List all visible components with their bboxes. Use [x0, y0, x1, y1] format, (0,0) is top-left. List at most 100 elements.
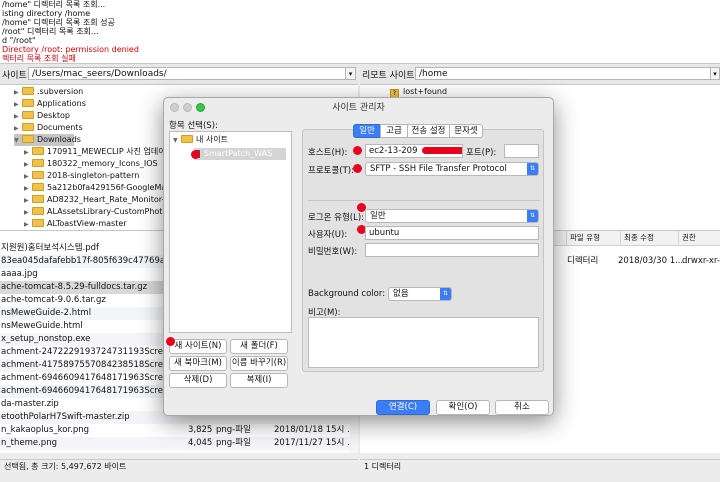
local-tree-item[interactable]: ▶ .subversion	[14, 86, 83, 98]
local-tree-item[interactable]: ▶ ALToastView-master	[24, 218, 127, 230]
background-color-select[interactable]: 없음 ⇅	[388, 287, 452, 301]
folder-icon	[22, 87, 34, 95]
local-file-name: 83ea045dafafebb17f-805f639c47769a...	[1, 256, 174, 266]
local-tree-item-label: Desktop	[37, 111, 70, 120]
site-name-label: SmartPatch_WAS	[204, 149, 273, 158]
local-path-input[interactable]: /Users/mac_seers/Downloads/	[28, 67, 346, 80]
local-tree-item-label: .subversion	[37, 87, 84, 96]
local-tree-item[interactable]: ▶ 180322_memory_Icons_IOS	[24, 158, 158, 170]
local-site-bar: 사이트: /Users/mac_seers/Downloads/ ▾	[0, 64, 358, 85]
local-status-text: 선택됨, 총 크기: 5,497,672 바이트	[4, 462, 127, 471]
local-file-name: achment-6946609417648171963Screen...	[1, 373, 182, 383]
local-file-name: achment-6946609417648171963Screen...	[1, 386, 182, 396]
remote-status-bar: 1 디렉터리	[360, 459, 720, 474]
logon-type-label: 로그온 유형(L):	[308, 213, 365, 223]
protocol-select[interactable]: SFTP - SSH File Transfer Protocol ⇅	[365, 162, 539, 176]
settings-panel: 일반 고급 전송 설정 문자셋 호스트(H): ec2-13-209 r 포트(…	[302, 124, 544, 372]
copy-button[interactable]: 복제(I)	[230, 373, 288, 388]
log-line: d "/root"	[2, 36, 36, 45]
remote-header-type[interactable]: 파일 유형	[566, 231, 600, 245]
connect-button[interactable]: 연결(C)	[376, 400, 430, 415]
entries-label: 항목 선택(S):	[169, 121, 218, 131]
local-tree-item[interactable]: ▶ Documents	[14, 122, 83, 134]
port-label: 포트(P):	[466, 148, 497, 158]
disclosure-down-icon[interactable]: ▼	[173, 135, 181, 147]
local-tree-item[interactable]: ▶ Applications	[14, 98, 86, 110]
annotation-dot	[191, 150, 200, 159]
local-tree-item-label: Documents	[37, 123, 83, 132]
local-tree-item[interactable]: ▶ Desktop	[14, 110, 70, 122]
local-tree-item[interactable]: ▶ ALAssetsLibrary-CustomPhotoAlb	[24, 206, 180, 218]
local-tree-item-label: AD8232_Heart_Rate_Monitor-mas	[47, 195, 182, 204]
local-file-type: png-파일	[216, 438, 251, 448]
settings-tabs: 일반 고급 전송 설정 문자셋	[353, 124, 493, 138]
protocol-select-value: SFTP - SSH File Transfer Protocol	[370, 164, 507, 174]
disclosure-right-icon[interactable]: ▶	[24, 219, 32, 230]
site-tree-root[interactable]: ▼ 내 사이트	[173, 134, 228, 146]
local-tree-item[interactable]: ▶ 170911_MEWECLIP 사진 업데이트	[24, 146, 173, 158]
remote-header-modified[interactable]: 최종 수정	[620, 231, 654, 245]
site-tree: ▼ 내 사이트 SmartPatch_WAS	[169, 131, 292, 333]
site-tree-item-selected[interactable]: SmartPatch_WAS	[194, 148, 286, 160]
local-tree-item[interactable]: ▶ 2018-singleton-pattern	[24, 170, 139, 182]
user-input[interactable]: ubuntu	[365, 226, 539, 240]
new-bookmark-button[interactable]: 새 북마크(M)	[169, 356, 227, 371]
remote-path-dropdown[interactable]: ▾	[710, 67, 720, 80]
local-file-row[interactable]: n_theme.png 4,045 png-파일 2017/11/27 15시 .	[0, 437, 358, 450]
zoom-window-button[interactable]	[196, 103, 205, 112]
tab-charset[interactable]: 문자셋	[449, 124, 483, 138]
local-status-bar: 선택됨, 총 크기: 5,497,672 바이트	[0, 459, 358, 474]
tab-transfer-settings[interactable]: 전송 설정	[407, 124, 450, 138]
site-tree-root-label: 내 사이트	[196, 135, 228, 144]
password-input[interactable]	[365, 243, 539, 257]
tab-advanced[interactable]: 고급	[380, 124, 408, 138]
minimize-window-button[interactable]	[183, 103, 192, 112]
background-color-value: 없음	[393, 289, 409, 299]
site-manager-dialog: 사이트 관리자 항목 선택(S): ▼ 내 사이트 SmartPatch_WAS …	[163, 97, 554, 416]
port-input[interactable]	[504, 144, 539, 158]
local-file-name: achment-2472229193724731193Screen...	[1, 347, 182, 357]
local-tree-item[interactable]: ▶ AD8232_Heart_Rate_Monitor-mas	[24, 194, 181, 206]
rename-button[interactable]: 이름 바꾸기(R)	[230, 356, 288, 371]
logon-type-value: 일반	[370, 211, 386, 221]
local-file-type: png-파일	[216, 425, 251, 435]
remote-site-label: 리모트 사이트:	[362, 71, 418, 81]
remote-header-permissions[interactable]: 권한	[678, 231, 696, 245]
cancel-button[interactable]: 취소	[495, 400, 549, 415]
local-tree-item[interactable]: ▶ 5a212b0fa429156f-GoogleMaps-1	[24, 182, 183, 194]
remote-site-bar: 리모트 사이트: /home ▾	[360, 64, 720, 85]
comments-textarea[interactable]	[308, 317, 539, 368]
remote-tree-item-label: lost+found	[403, 87, 448, 96]
divider	[308, 200, 540, 201]
local-site-label: 사이트:	[2, 71, 30, 81]
ok-button[interactable]: 확인(O)	[436, 400, 490, 415]
local-file-name: ache-tomcat-8.5.29-fulldocs.tar.gz	[1, 282, 148, 292]
local-tree-item-label: ALAssetsLibrary-CustomPhotoAlb	[47, 207, 181, 216]
local-file-name: nsMeweGuide.html	[1, 321, 83, 331]
local-file-name: 지원원)홈터보석시스템.pdf	[1, 243, 100, 253]
folder-icon	[32, 207, 44, 215]
folder-icon	[32, 159, 44, 167]
remote-row-type: 디렉터리	[567, 256, 599, 266]
folder-icon	[32, 195, 44, 203]
delete-button[interactable]: 삭제(D)	[169, 373, 227, 388]
local-file-name: nsMeweGuide-2.html	[1, 308, 92, 318]
local-file-name: x_setup_nonstop.exe	[1, 334, 91, 344]
local-file-name: achment-4175897557084238518Screen...	[1, 360, 182, 370]
host-input[interactable]: ec2-13-209 r	[365, 144, 463, 158]
tab-general[interactable]: 일반	[353, 124, 381, 138]
new-folder-button[interactable]: 새 폴더(F)	[230, 339, 288, 354]
logon-type-select[interactable]: 일반 ⇅	[365, 209, 539, 223]
password-label: 비밀번호(W):	[308, 247, 358, 257]
local-file-row[interactable]: n_kakaoplus_kor.png 3,825 png-파일 2018/01/18…	[0, 424, 358, 437]
message-log: /home" 디렉터리 목록 조회... isting directory /ho…	[0, 0, 720, 64]
local-path-dropdown[interactable]: ▾	[345, 67, 356, 80]
close-window-button[interactable]	[170, 103, 179, 112]
disclosure-down-icon[interactable]: ▼	[14, 135, 22, 147]
host-input-value: ec2-13-209	[369, 146, 418, 156]
protocol-label: 프로토콜(T):	[308, 166, 354, 176]
new-site-button[interactable]: 새 사이트(N)	[169, 339, 227, 354]
local-tree-item[interactable]: ▼ Downloads	[14, 134, 81, 147]
remote-path-input[interactable]: /home	[415, 67, 711, 80]
local-tree-item-label: Applications	[37, 99, 86, 108]
